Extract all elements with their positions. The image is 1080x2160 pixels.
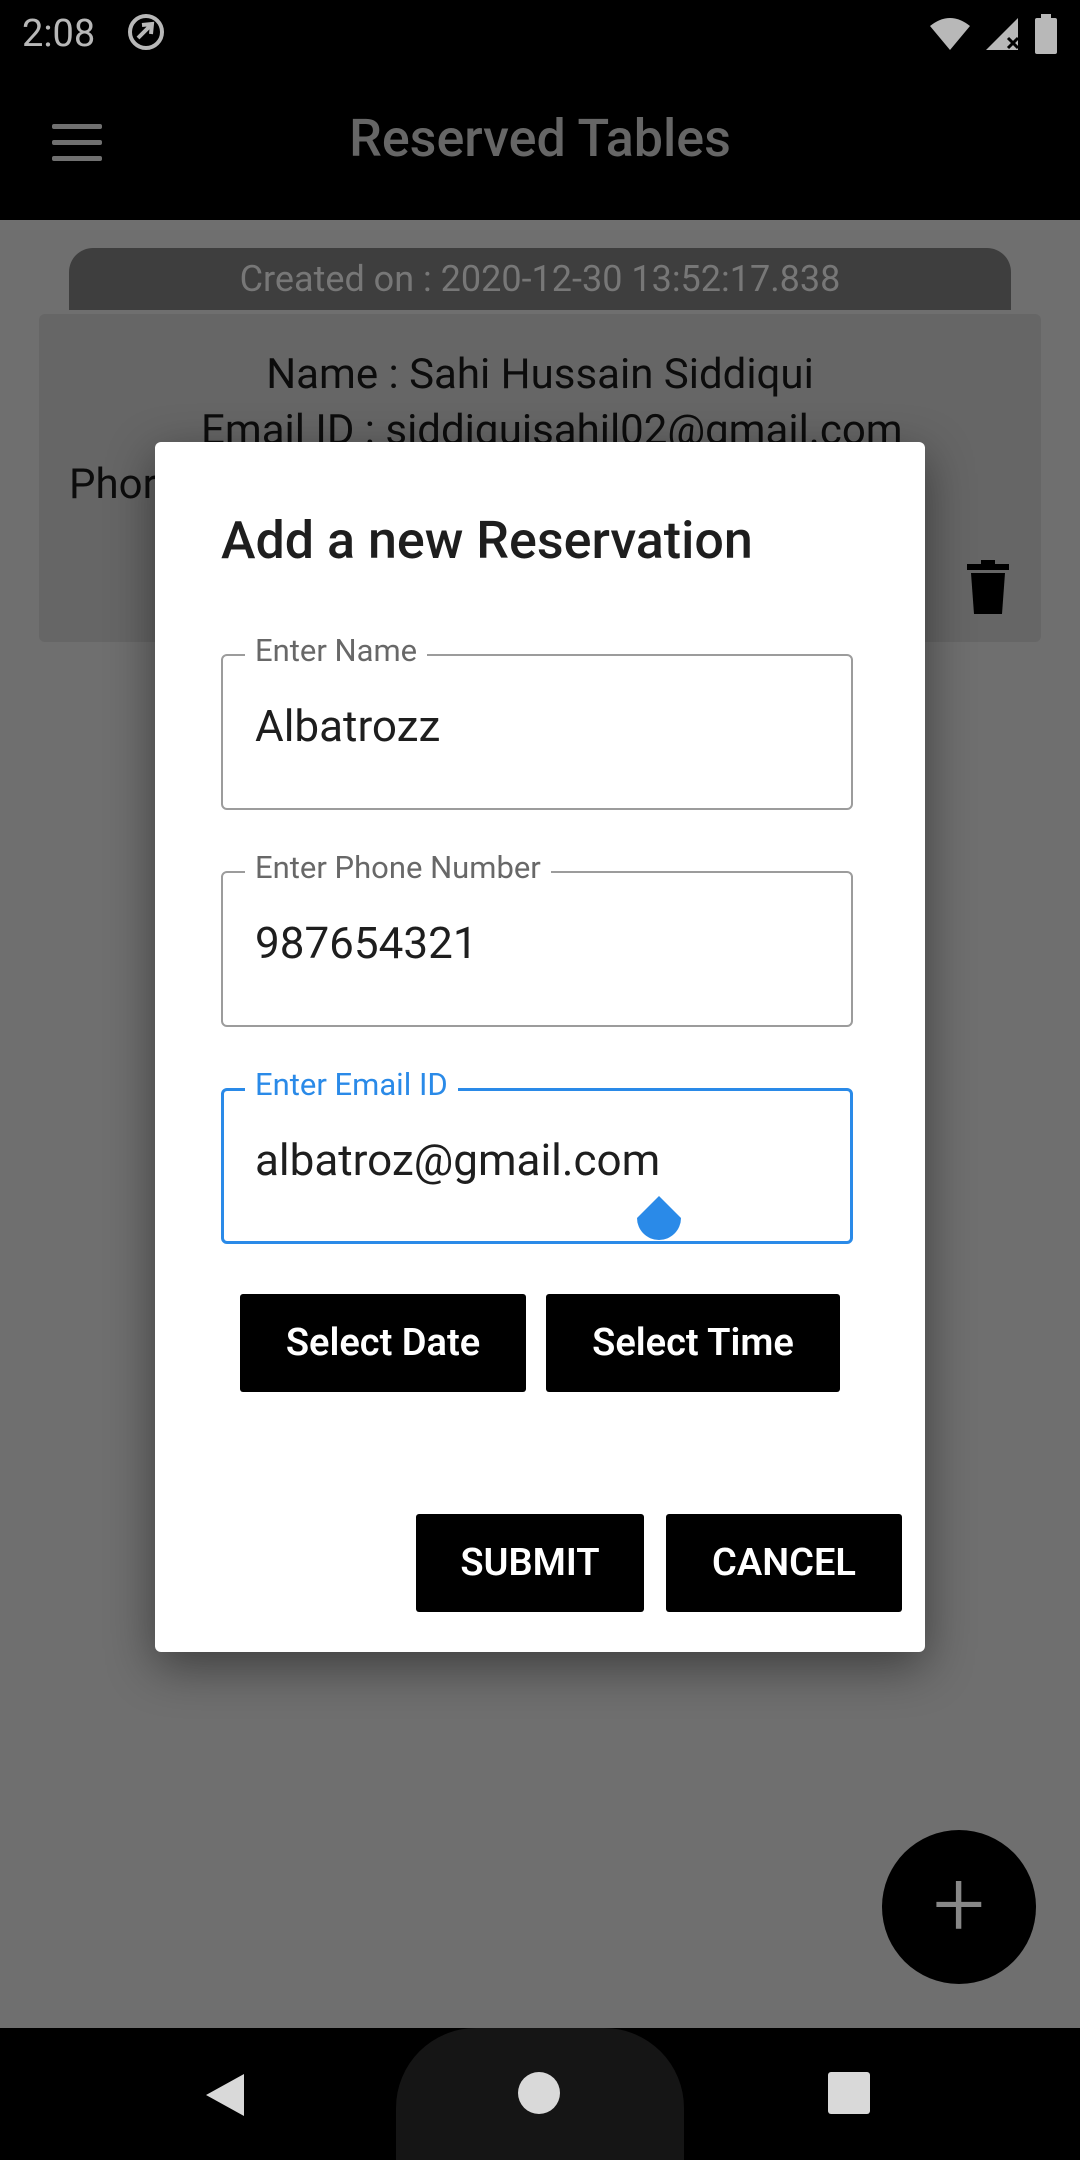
- add-reservation-dialog: Add a new Reservation Enter Name Albatro…: [155, 442, 925, 1652]
- back-icon[interactable]: [204, 2072, 246, 2118]
- text-cursor-handle-icon[interactable]: [631, 1196, 687, 1252]
- select-date-button[interactable]: Select Date: [240, 1294, 526, 1392]
- phone-input[interactable]: 987654321: [255, 917, 815, 969]
- name-field[interactable]: Enter Name Albatrozz: [221, 632, 857, 814]
- cancel-button[interactable]: CANCEL: [666, 1514, 902, 1612]
- phone-field-label: Enter Phone Number: [245, 849, 551, 886]
- system-nav-bar: [0, 2028, 1080, 2160]
- dialog-title: Add a new Reservation: [221, 510, 753, 571]
- home-icon[interactable]: [518, 2072, 560, 2114]
- name-field-label: Enter Name: [245, 632, 428, 669]
- email-field-label: Enter Email ID: [245, 1066, 458, 1103]
- phone-field[interactable]: Enter Phone Number 987654321: [221, 849, 857, 1031]
- email-input[interactable]: albatroz@gmail.com: [255, 1134, 815, 1186]
- email-field[interactable]: Enter Email ID albatroz@gmail.com: [221, 1066, 857, 1248]
- name-input[interactable]: Albatrozz: [255, 700, 815, 752]
- select-time-button[interactable]: Select Time: [546, 1294, 840, 1392]
- recents-icon[interactable]: [828, 2072, 870, 2114]
- submit-button[interactable]: SUBMIT: [416, 1514, 644, 1612]
